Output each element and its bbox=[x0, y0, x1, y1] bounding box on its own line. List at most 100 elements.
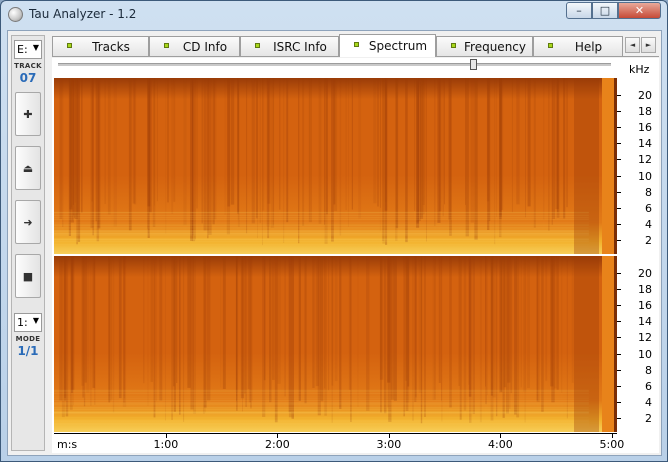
spectrogram-noise bbox=[54, 215, 589, 216]
spectrogram-stripe bbox=[421, 78, 423, 217]
spectrogram-noise bbox=[54, 413, 589, 415]
spectrogram-stripe bbox=[434, 78, 436, 227]
frequency-tick-label: 18 bbox=[638, 283, 652, 297]
tab-scroll-left-button[interactable]: ◄ bbox=[625, 37, 640, 53]
spectrogram-stripe bbox=[393, 256, 397, 401]
spectrogram-noise bbox=[54, 403, 589, 405]
position-slider-thumb[interactable] bbox=[469, 59, 477, 70]
spectrogram-stripe bbox=[147, 256, 149, 406]
frequency-tick-label: 16 bbox=[638, 121, 652, 135]
app-window: Tau Analyzer - 1.2 – □ ✕ E: ▼ TRACK 07 ✚… bbox=[0, 0, 668, 462]
spectrogram-noise bbox=[54, 218, 589, 220]
caption-buttons: – □ ✕ bbox=[566, 2, 661, 20]
spectrogram-right-channel bbox=[54, 256, 617, 432]
track-label: TRACK bbox=[14, 62, 42, 70]
spectrogram-stripe bbox=[486, 256, 488, 396]
frequency-tick-label: 8 bbox=[645, 363, 652, 377]
spectrogram-stripe bbox=[561, 256, 563, 393]
frequency-tick-label: 4 bbox=[645, 395, 652, 409]
spectrogram-fade bbox=[574, 78, 599, 254]
tab-tracks[interactable]: Tracks bbox=[52, 36, 149, 56]
spectrogram-stripe bbox=[187, 256, 191, 388]
title-bar[interactable]: Tau Analyzer - 1.2 – □ ✕ bbox=[1, 1, 667, 29]
spectrogram-stripe bbox=[201, 78, 203, 224]
tab-label: Tracks bbox=[92, 40, 130, 54]
tab-help[interactable]: Help bbox=[533, 36, 623, 56]
spectrogram-stripe bbox=[414, 78, 416, 211]
close-button[interactable]: ✕ bbox=[618, 2, 661, 19]
mode-select[interactable]: 1: ▼ bbox=[14, 313, 42, 332]
time-tick-label: 2:00 bbox=[265, 438, 290, 451]
tab-frequency[interactable]: Frequency bbox=[436, 36, 533, 56]
spectrogram-stripe bbox=[246, 78, 248, 234]
spectrogram-stripe bbox=[230, 78, 235, 205]
stop-button[interactable]: ■ bbox=[15, 254, 41, 298]
spectrogram-noise bbox=[54, 239, 589, 240]
drive-select-value: E: bbox=[17, 43, 28, 56]
spectrogram-noise bbox=[54, 232, 589, 233]
spectrogram-stripe bbox=[298, 256, 301, 401]
spectrogram-stripe bbox=[95, 78, 97, 222]
spectrogram-stripe bbox=[291, 256, 294, 419]
spectrogram-stripe bbox=[541, 256, 544, 412]
spectrogram-stripe bbox=[463, 256, 467, 411]
spectrogram-stripe bbox=[302, 78, 305, 226]
spectrogram-stripe bbox=[333, 78, 338, 212]
spectrogram-noise bbox=[54, 227, 589, 229]
spectrogram-noise bbox=[54, 393, 589, 395]
spectrogram-stripe bbox=[59, 78, 63, 220]
spectrogram-stripe bbox=[438, 78, 442, 212]
spectrogram-stripe bbox=[499, 256, 503, 393]
maximize-button[interactable]: □ bbox=[592, 2, 618, 19]
spectrogram-stripe bbox=[165, 78, 167, 234]
spectrogram-stripe bbox=[385, 78, 387, 203]
play-button[interactable]: ✚ bbox=[15, 92, 41, 136]
spectrogram-stripe bbox=[423, 78, 425, 215]
spectrogram-noise bbox=[54, 396, 589, 397]
app-icon bbox=[8, 7, 23, 22]
arrow-right-icon: ► bbox=[645, 41, 652, 49]
frequency-tick-label: 2 bbox=[645, 411, 652, 425]
spectrogram-stripe bbox=[113, 78, 117, 227]
frequency-tick-label: 6 bbox=[645, 379, 652, 393]
spectrogram-stripe bbox=[331, 256, 334, 386]
spectrogram-stripe bbox=[222, 256, 226, 389]
frequency-tick-label: 6 bbox=[645, 201, 652, 215]
spectrogram-stripe bbox=[556, 256, 559, 390]
spectrogram-stripe bbox=[566, 78, 568, 208]
spectrogram-stripe bbox=[153, 256, 156, 418]
spectrogram-stripe bbox=[390, 256, 394, 400]
spectrogram-stripe bbox=[309, 78, 310, 220]
spectrogram-stripe bbox=[407, 256, 410, 387]
spectrogram-stripe bbox=[288, 256, 292, 413]
spectrogram-noise bbox=[54, 223, 589, 225]
spectrogram-stripe bbox=[510, 256, 513, 394]
minimize-button[interactable]: – bbox=[566, 2, 592, 19]
tab-cd-info[interactable]: CD Info bbox=[149, 36, 240, 56]
spectrogram-stripe bbox=[154, 78, 155, 206]
eject-button[interactable]: ⏏ bbox=[15, 146, 41, 190]
next-button[interactable]: ➜ bbox=[15, 200, 41, 244]
track-number: 07 bbox=[19, 71, 37, 85]
tab-isrc-info[interactable]: ISRC Info bbox=[240, 36, 339, 56]
tab-scroll-right-button[interactable]: ► bbox=[641, 37, 656, 53]
frequency-tick-label: 10 bbox=[638, 169, 652, 183]
frequency-tick-label: 2 bbox=[645, 233, 652, 247]
spectrogram-stripe bbox=[543, 78, 545, 220]
time-tick-label: 5:00 bbox=[599, 438, 625, 451]
frequency-tick-label: 4 bbox=[645, 217, 652, 231]
spectrogram-noise bbox=[54, 247, 589, 249]
drive-select[interactable]: E: ▼ bbox=[14, 40, 42, 59]
spectrogram-stripe bbox=[351, 78, 353, 210]
stop-icon: ■ bbox=[22, 269, 34, 283]
spectrogram-stripe bbox=[165, 256, 166, 421]
spectrogram-stripe bbox=[248, 256, 251, 403]
arrow-right-icon: ➜ bbox=[23, 215, 33, 229]
spectrogram-noise bbox=[54, 391, 589, 393]
spectrogram-stripe bbox=[167, 78, 169, 203]
tab-spectrum[interactable]: Spectrum bbox=[339, 34, 436, 57]
position-slider-track[interactable] bbox=[58, 63, 611, 66]
time-axis: m:s 1:00 2:00 3:00 4:00 5:00 bbox=[54, 433, 659, 453]
frequency-unit-label: kHz bbox=[629, 63, 650, 76]
spectrogram-stripe bbox=[339, 78, 342, 236]
